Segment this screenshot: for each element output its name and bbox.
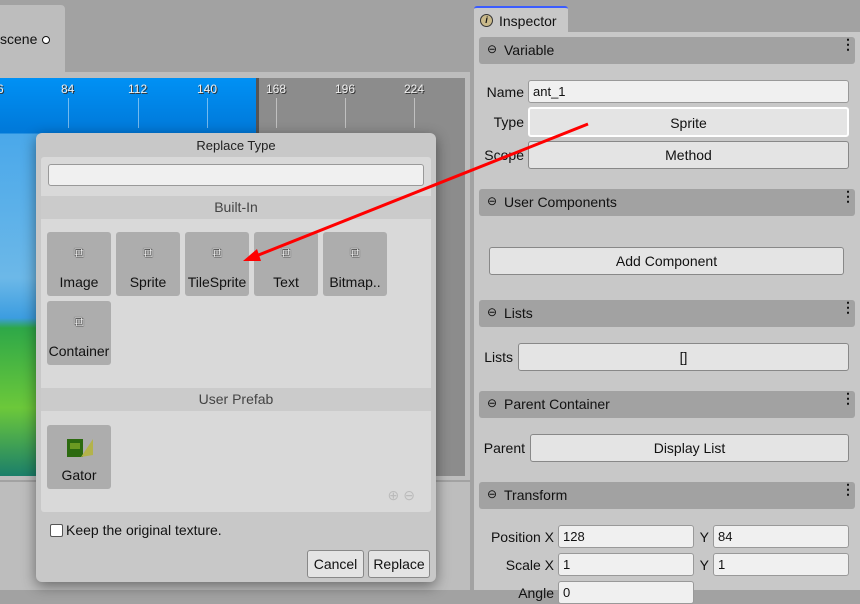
replace-type-dialog: Replace Type Built-In ⧉ Image ⧉ Sprite ⧉ Ti… — [36, 133, 436, 582]
tab-inspector[interactable]: i Inspector — [474, 6, 568, 33]
user-prefab-header: User Prefab — [41, 388, 431, 411]
section-title: Variable — [504, 42, 555, 58]
ruler-tick: 196 — [335, 82, 356, 96]
inspector-panel: ⊖ Variable ⋮ Name ant_1 Type Sprite Scope … — [474, 32, 860, 604]
ruler-tick: 84 — [61, 82, 75, 96]
angle-input[interactable]: 0 — [558, 581, 694, 604]
cubes-icon: ⧉ — [281, 244, 291, 260]
parent-button[interactable]: Display List — [530, 434, 849, 462]
unsaved-indicator-icon — [42, 36, 50, 44]
lists-label: Lists — [484, 349, 513, 365]
ruler-tick: 140 — [197, 82, 218, 96]
gator-thumbnail-icon — [67, 439, 93, 457]
ruler-line — [207, 98, 208, 128]
zoom-controls: ⊕⊖ — [388, 487, 419, 504]
tile-label: Image — [59, 274, 99, 290]
checkbox-icon[interactable] — [50, 523, 63, 537]
collapse-icon[interactable]: ⊖ — [487, 396, 497, 410]
collapse-icon[interactable]: ⊖ — [487, 487, 497, 501]
ruler-line — [138, 98, 139, 128]
scale-y-input[interactable]: 1 — [713, 553, 849, 576]
tile-label: Bitmap.. — [329, 274, 381, 290]
type-button[interactable]: Sprite — [528, 107, 849, 137]
more-menu-icon[interactable]: ⋮ — [841, 391, 855, 405]
scale-y-label: Y — [699, 557, 709, 573]
type-sprite-button[interactable]: ⧉ Sprite — [116, 232, 180, 296]
tile-label: Text — [273, 274, 299, 290]
more-menu-icon[interactable]: ⋮ — [841, 482, 855, 496]
scope-button[interactable]: Method — [528, 141, 849, 169]
scope-label: Scope — [484, 147, 524, 163]
tab-scene[interactable]: scene — [0, 5, 65, 73]
tile-label: Sprite — [129, 274, 167, 290]
section-title: Transform — [504, 487, 568, 503]
type-container-button[interactable]: ⧉ Container — [47, 301, 111, 365]
user-components-section-header[interactable]: ⊖ User Components ⋮ — [479, 189, 855, 216]
dialog-body: Built-In ⧉ Image ⧉ Sprite ⧉ TileSprite ⧉ Tex… — [41, 157, 431, 512]
type-search-input[interactable] — [48, 164, 424, 186]
lists-section-header[interactable]: ⊖ Lists ⋮ — [479, 300, 855, 327]
scale-x-input[interactable]: 1 — [558, 553, 694, 576]
ruler-line — [414, 98, 415, 128]
parent-container-section-header[interactable]: ⊖ Parent Container ⋮ — [479, 391, 855, 418]
collapse-icon[interactable]: ⊖ — [487, 194, 497, 208]
type-tilesprite-button[interactable]: ⧉ TileSprite — [185, 232, 249, 296]
prefab-gator-button[interactable]: Gator — [47, 425, 111, 489]
scene-tab-label: scene — [0, 31, 38, 47]
collapse-icon[interactable]: ⊖ — [487, 42, 497, 56]
type-label: Type — [493, 114, 524, 130]
variable-section-header[interactable]: ⊖ Variable ⋮ — [479, 37, 855, 64]
cubes-icon: ⧉ — [143, 244, 153, 260]
zoom-out-icon[interactable]: ⊖ — [403, 487, 419, 503]
position-x-input[interactable]: 128 — [558, 525, 694, 548]
ruler-tick: 112 — [128, 82, 148, 96]
type-text-button[interactable]: ⧉ Text — [254, 232, 318, 296]
type-bitmaptext-button[interactable]: ⧉ Bitmap.. — [323, 232, 387, 296]
name-label: Name — [486, 84, 524, 100]
builtin-header: Built-In — [41, 196, 431, 219]
position-x-label: Position X — [490, 529, 554, 545]
section-title: Lists — [504, 305, 533, 321]
cubes-icon: ⧉ — [74, 313, 84, 329]
scale-x-label: Scale X — [505, 557, 554, 573]
replace-button[interactable]: Replace — [368, 550, 430, 578]
ruler-line — [345, 98, 346, 128]
cancel-button[interactable]: Cancel — [307, 550, 364, 578]
transform-section-header[interactable]: ⊖ Transform ⋮ — [479, 482, 855, 509]
tile-label: TileSprite — [187, 274, 247, 290]
position-y-input[interactable]: 84 — [713, 525, 849, 548]
more-menu-icon[interactable]: ⋮ — [841, 37, 855, 51]
cubes-icon: ⧉ — [74, 244, 84, 260]
angle-label: Angle — [518, 585, 554, 601]
add-component-button[interactable]: Add Component — [489, 247, 844, 275]
name-input[interactable]: ant_1 — [528, 80, 849, 103]
ruler-tick: 224 — [404, 82, 425, 96]
keep-texture-label: Keep the original texture. — [66, 522, 222, 538]
ruler-line — [276, 98, 277, 128]
ruler-tick: 168 — [266, 82, 287, 96]
zoom-in-icon[interactable]: ⊕ — [388, 487, 404, 503]
collapse-icon[interactable]: ⊖ — [487, 305, 497, 319]
more-menu-icon[interactable]: ⋮ — [841, 189, 855, 203]
keep-texture-checkbox[interactable]: Keep the original texture. — [50, 522, 222, 538]
lists-button[interactable]: [] — [518, 343, 849, 371]
ruler-tick: 6 — [0, 82, 4, 96]
more-menu-icon[interactable]: ⋮ — [841, 300, 855, 314]
type-image-button[interactable]: ⧉ Image — [47, 232, 111, 296]
cubes-icon: ⧉ — [212, 244, 222, 260]
cubes-icon: ⧉ — [350, 244, 360, 260]
tile-label: Gator — [61, 467, 97, 483]
section-title: Parent Container — [504, 396, 610, 412]
ruler-line — [68, 98, 69, 128]
position-y-label: Y — [699, 529, 709, 545]
dialog-title: Replace Type — [196, 138, 276, 153]
info-icon: i — [480, 14, 493, 27]
section-title: User Components — [504, 194, 617, 210]
parent-label: Parent — [483, 440, 525, 456]
tile-label: Container — [48, 343, 110, 359]
inspector-tab-label: Inspector — [499, 13, 557, 29]
